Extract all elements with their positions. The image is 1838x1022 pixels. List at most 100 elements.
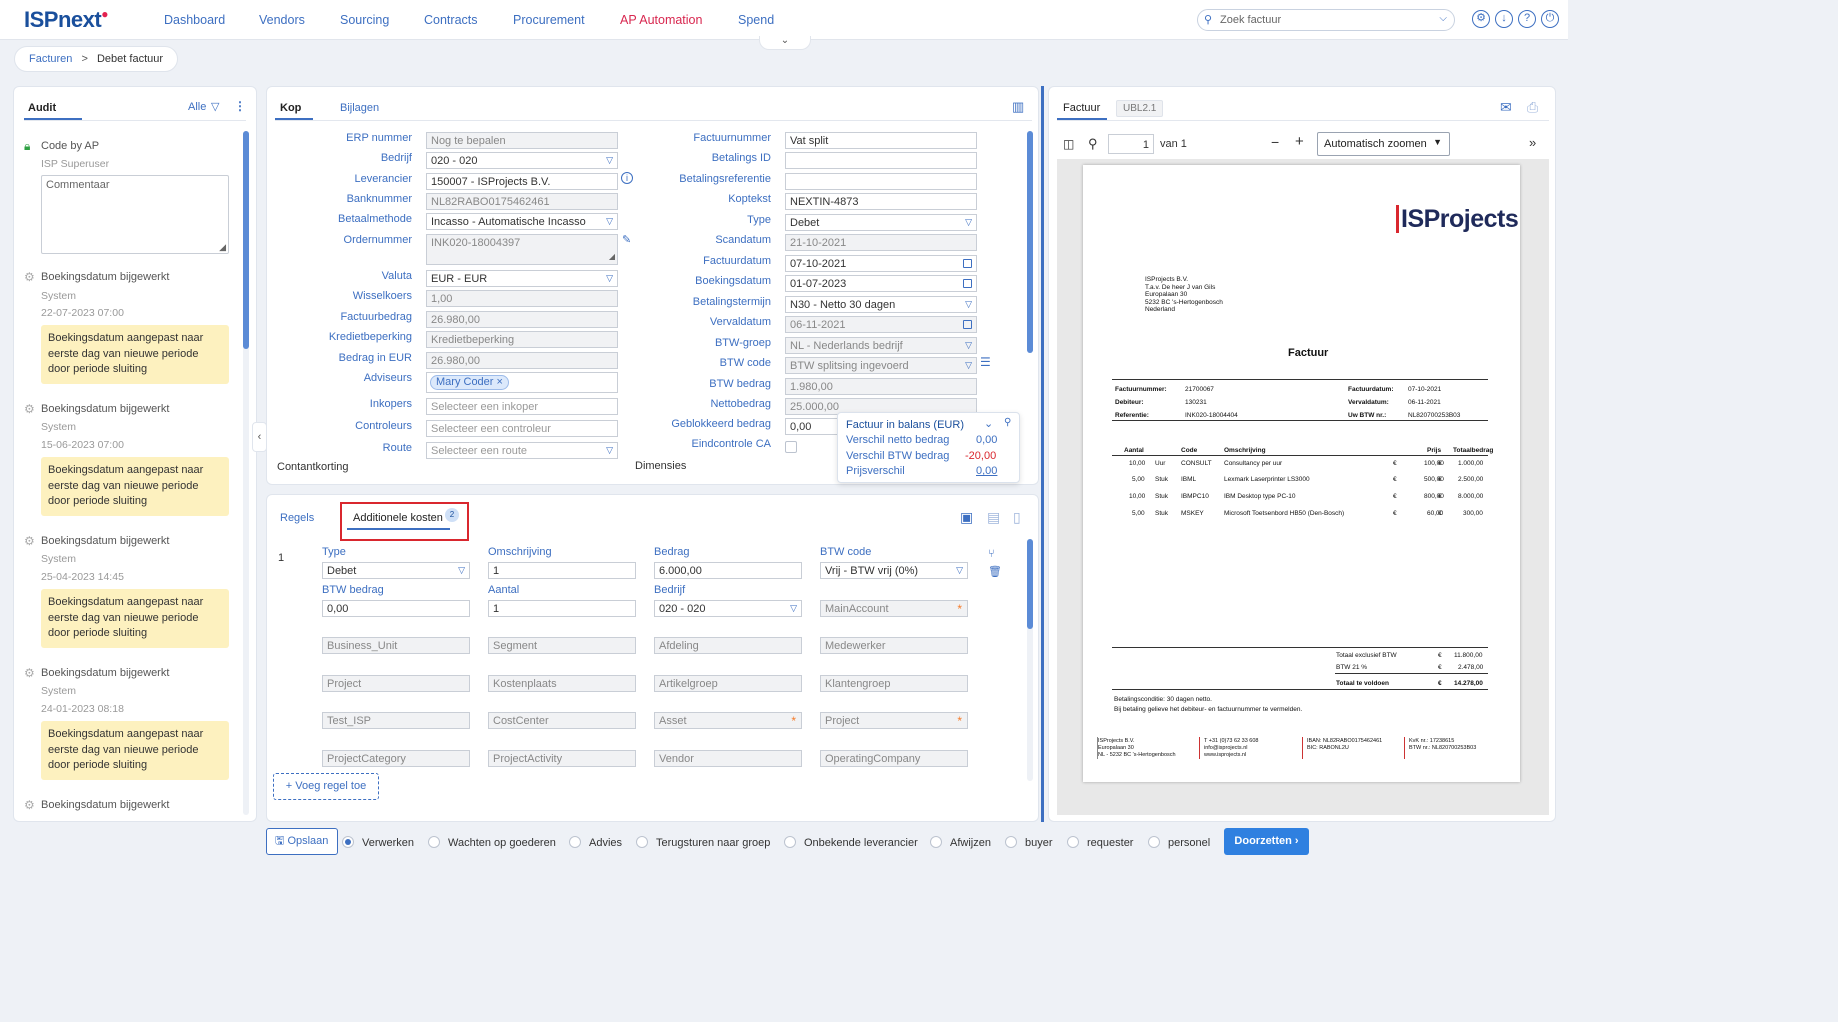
trash-icon[interactable]: 🗑︎ xyxy=(988,565,1002,578)
boekingsdatum-field[interactable]: 01-07-2023 xyxy=(785,275,977,292)
nav-spend[interactable]: Spend xyxy=(738,13,774,27)
tab-regels[interactable]: Regels xyxy=(280,512,314,524)
grid-view-icon[interactable]: ▤ xyxy=(987,509,1000,526)
form-scrollbar[interactable] xyxy=(1027,131,1033,353)
adviseur-chip[interactable]: Mary Coder × xyxy=(430,375,509,390)
calendar-icon[interactable] xyxy=(963,259,972,268)
zoom-out-icon[interactable]: − xyxy=(1271,134,1279,150)
line-type-select[interactable]: Debet ▽ xyxy=(322,562,470,579)
radio-advies[interactable] xyxy=(569,836,581,848)
collapse-audit-button[interactable]: ‹ xyxy=(252,422,267,452)
betalingsreferentie-field[interactable] xyxy=(785,173,977,190)
radio-verwerken[interactable] xyxy=(342,836,354,848)
dimension-field[interactable]: Kostenplaats xyxy=(488,675,636,692)
chevron-down-icon[interactable]: ⌵ xyxy=(1439,13,1447,24)
resize-handle-icon[interactable]: ◢ xyxy=(609,250,615,264)
close-icon[interactable]: × xyxy=(497,376,503,388)
more-menu-icon[interactable]: ⋮ xyxy=(234,99,246,113)
filter-alle[interactable]: Alle xyxy=(188,101,206,113)
filter-icon[interactable]: ▽ xyxy=(211,100,219,113)
chart-icon[interactable]: ▥ xyxy=(1012,99,1024,115)
dimension-field[interactable]: Medewerker xyxy=(820,637,968,654)
radio-onbekende[interactable] xyxy=(784,836,796,848)
search-input[interactable]: Zoek factuur xyxy=(1220,14,1281,26)
zoom-in-icon[interactable]: + xyxy=(1295,133,1304,150)
tab-kop[interactable]: Kop xyxy=(280,102,301,114)
tab-audit[interactable]: Audit xyxy=(28,102,56,114)
route-select[interactable]: Selecteer een route ▽ xyxy=(426,442,618,459)
radio-afwijzen[interactable] xyxy=(930,836,942,848)
resize-handle-icon[interactable]: ◢ xyxy=(219,242,226,253)
search-box[interactable]: ⚲ Zoek factuur ⌵ xyxy=(1197,9,1455,31)
tab-additionele-kosten[interactable]: Additionele kosten xyxy=(353,512,443,524)
section-contantkorting[interactable]: Contantkorting xyxy=(277,461,349,473)
radio-label[interactable]: Afwijzen xyxy=(950,837,991,849)
radio-label[interactable]: Verwerken xyxy=(362,837,414,849)
radio-wachten[interactable] xyxy=(428,836,440,848)
line-btw-code-select[interactable]: Vrij - BTW vrij (0%) ▽ xyxy=(820,562,968,579)
mail-icon[interactable]: ✉ xyxy=(1500,99,1512,116)
dimension-field[interactable]: Artikelgroep xyxy=(654,675,802,692)
main-account-field[interactable]: MainAccount * xyxy=(820,600,968,617)
adviseurs-field[interactable]: Mary Coder × xyxy=(426,372,618,393)
document-icon[interactable]: ▯ xyxy=(1013,509,1021,526)
dimension-field[interactable]: Vendor xyxy=(654,750,802,767)
save-button[interactable]: 🖫︎ Opslaan xyxy=(266,828,338,855)
scrollbar-thumb[interactable] xyxy=(243,131,249,349)
gear-icon[interactable]: ⚙ xyxy=(1472,10,1490,28)
radio-label[interactable]: Wachten op goederen xyxy=(448,837,556,849)
radio-label[interactable]: personel xyxy=(1168,837,1210,849)
eindcontrole-checkbox[interactable] xyxy=(785,441,797,453)
line-btw-bedrag-field[interactable]: 0,00 xyxy=(322,600,470,617)
factuurnummer-field[interactable]: Vat split xyxy=(785,132,977,149)
controleurs-field[interactable]: Selecteer een controleur xyxy=(426,420,618,437)
lines-scrollbar[interactable] xyxy=(1027,539,1033,781)
sidebar-toggle-icon[interactable]: ◫ xyxy=(1063,137,1074,151)
nav-dashboard[interactable]: Dashboard xyxy=(164,13,225,27)
radio-label[interactable]: Terugsturen naar groep xyxy=(656,837,770,849)
nav-sourcing[interactable]: Sourcing xyxy=(340,13,389,27)
panel-splitter[interactable] xyxy=(1041,86,1044,822)
download-icon[interactable]: ↓ xyxy=(1495,10,1513,28)
add-line-button[interactable]: + Voeg regel toe xyxy=(273,773,379,800)
calendar-icon[interactable] xyxy=(963,279,972,288)
bedrijf-select[interactable]: 020 - 020 ▽ xyxy=(426,152,618,169)
header-collapse-toggle[interactable]: ⌄ xyxy=(759,36,811,50)
breadcrumb-facturen[interactable]: Facturen xyxy=(29,53,72,65)
pin-icon[interactable]: ⚲ xyxy=(1004,417,1011,428)
line-bedrag-field[interactable]: 6.000,00 xyxy=(654,562,802,579)
tab-ubl[interactable]: UBL2.1 xyxy=(1116,100,1164,117)
line-aantal-field[interactable]: 1 xyxy=(488,600,636,617)
radio-label[interactable]: Advies xyxy=(589,837,622,849)
nav-procurement[interactable]: Procurement xyxy=(513,13,585,27)
line-omschrijving-field[interactable]: 1 xyxy=(488,562,636,579)
dimension-field[interactable]: ProjectActivity xyxy=(488,750,636,767)
forward-button[interactable]: Doorzetten › xyxy=(1224,828,1309,855)
dimension-field[interactable]: Segment xyxy=(488,637,636,654)
betaalmethode-select[interactable]: Incasso - Automatische Incasso ▽ xyxy=(426,213,618,230)
koptekst-field[interactable]: NEXTIN-4873 xyxy=(785,193,977,210)
search-icon[interactable]: ⚲ xyxy=(1088,136,1098,152)
radio-label[interactable]: Onbekende leverancier xyxy=(804,837,918,849)
geblokkeerd-bedrag-field[interactable]: 0,00 xyxy=(785,418,845,435)
chevron-down-icon[interactable]: ⌄ xyxy=(984,417,993,430)
radio-label[interactable]: requester xyxy=(1087,837,1133,849)
scrollbar-thumb[interactable] xyxy=(1027,131,1033,353)
radio-requester[interactable] xyxy=(1067,836,1079,848)
audit-scrollbar[interactable] xyxy=(243,131,249,815)
type-select[interactable]: Debet ▽ xyxy=(785,214,977,231)
section-dimensies[interactable]: Dimensies xyxy=(635,460,686,472)
factuurdatum-field[interactable]: 07-10-2021 xyxy=(785,255,977,272)
scrollbar-thumb[interactable] xyxy=(1027,539,1033,629)
list-icon[interactable]: ☰ xyxy=(980,355,991,369)
edit-pencil-icon[interactable]: ✎ xyxy=(622,233,631,246)
print-icon[interactable]: ⎙ xyxy=(1527,99,1538,116)
radio-terugsturen[interactable] xyxy=(636,836,648,848)
app-logo[interactable]: ISPnext● xyxy=(24,7,108,33)
inkopers-field[interactable]: Selecteer een inkoper xyxy=(426,398,618,415)
more-tools-icon[interactable]: » xyxy=(1529,135,1536,150)
dimension-field[interactable]: Test_ISP xyxy=(322,712,470,729)
form-view-icon[interactable]: ▣ xyxy=(960,509,973,526)
dimension-field[interactable]: ProjectCategory xyxy=(322,750,470,767)
dimension-field[interactable]: Klantengroep xyxy=(820,675,968,692)
